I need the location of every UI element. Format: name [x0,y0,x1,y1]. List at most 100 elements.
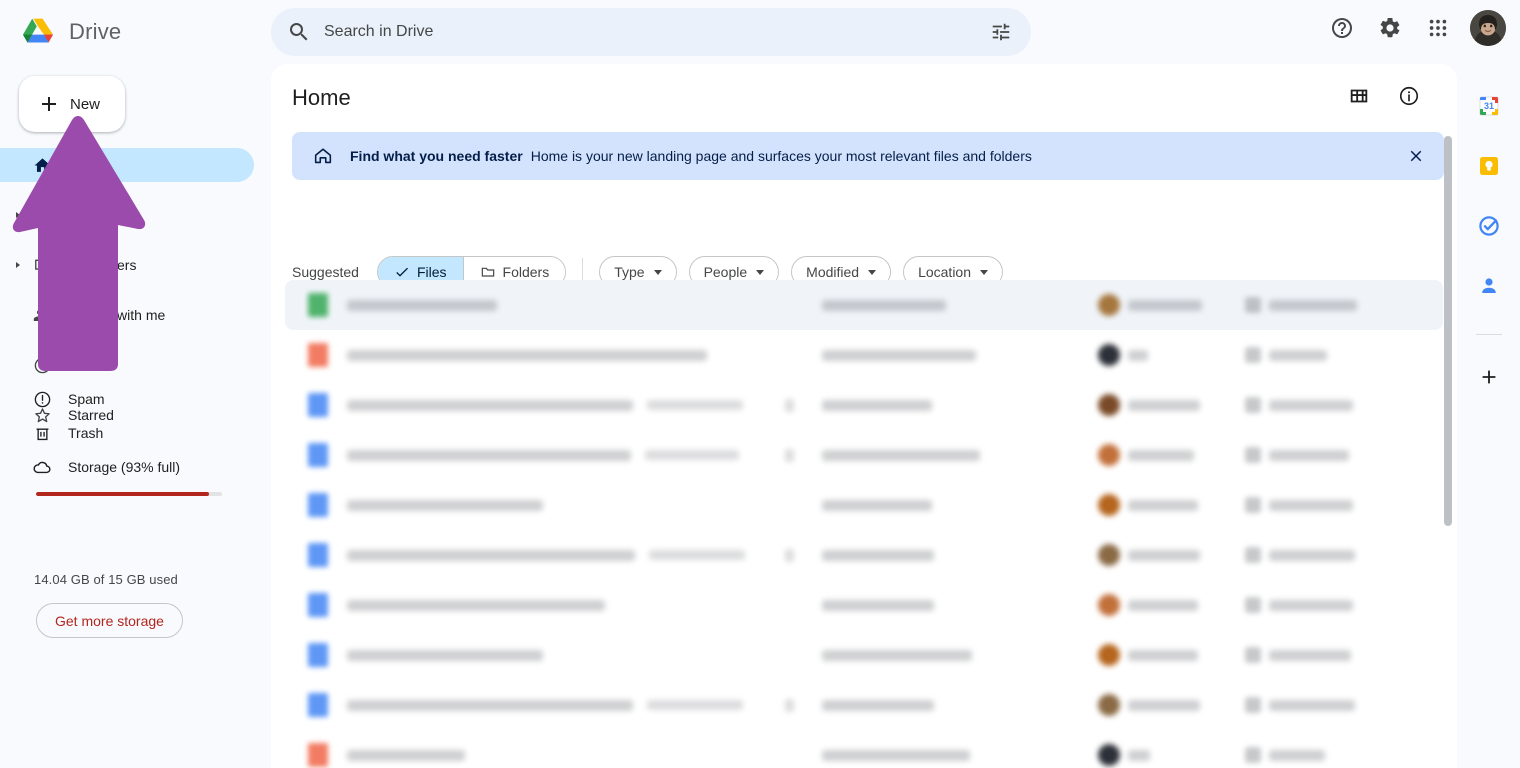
drive-outline-icon [32,205,52,225]
file-type-icon [308,343,328,367]
people-icon [32,305,52,325]
table-row[interactable] [285,430,1443,480]
cloud-icon [32,457,52,477]
computer-icon [32,255,52,275]
reason-suggested-redacted [822,699,934,711]
segment-folders-label: Folders [502,264,550,280]
sidebar-nav-lower: Spam Trash Storage (93% full) [0,382,271,484]
home-outline-icon [314,148,332,164]
settings-button[interactable] [1370,8,1410,48]
table-row[interactable] [285,380,1443,430]
location-icon [1245,397,1261,413]
shared-indicator-icon [785,448,794,462]
new-button[interactable]: New [19,76,125,132]
apps-grid-icon [1429,19,1447,37]
alert-circle-icon [32,389,52,409]
owner-avatar [1098,494,1120,516]
search-input[interactable] [324,12,981,52]
reason-suggested-redacted [822,449,980,461]
file-name-suffix-redacted [645,450,739,460]
chevron-down-icon [756,269,765,275]
brand-name: Drive [69,19,122,44]
table-row[interactable] [285,630,1443,680]
sidebar-item-storage[interactable]: Storage (93% full) [0,450,254,484]
side-panel-contacts-button[interactable] [1469,266,1509,306]
plus-icon [1482,370,1495,384]
owner-name-redacted [1128,749,1150,761]
location-icon [1245,347,1261,363]
file-name-redacted [347,299,497,311]
shared-indicator-icon [785,548,794,562]
side-panel-calendar-button[interactable]: 31 [1469,86,1509,126]
task-check-icon [1478,216,1499,236]
grid-view-button[interactable] [1339,76,1379,116]
details-button[interactable] [1389,76,1429,116]
sidebar-item-home[interactable]: Home [0,148,254,182]
location-icon [1245,697,1261,713]
grid-view-icon [1350,89,1368,103]
chip-people-label: People [703,264,748,280]
file-type-icon [308,693,328,717]
search-icon [290,23,308,41]
banner-close-button[interactable] [1400,140,1432,172]
storage-usage-text: 14.04 GB of 15 GB used [34,572,178,587]
google-apps-button[interactable] [1418,8,1458,48]
file-name-redacted [347,599,605,611]
owner-avatar [1098,444,1120,466]
sidebar-item-trash[interactable]: Trash [0,416,254,450]
chevron-right-icon [16,212,20,218]
chip-modified-label: Modified [806,264,860,280]
segment-files-label: Files [416,264,447,280]
side-panel-tasks-button[interactable] [1469,206,1509,246]
storage-progress-bar [36,492,222,496]
filters-label: Suggested [292,264,359,280]
file-name-redacted [347,749,465,761]
reason-suggested-redacted [822,349,976,361]
location-name-redacted [1269,699,1355,711]
get-more-storage-button[interactable]: Get more storage [36,603,183,638]
owner-avatar [1098,294,1120,316]
avatar [1470,10,1506,46]
contacts-person-icon [1481,278,1496,293]
search-filter-button[interactable] [981,12,1021,52]
account-avatar-button[interactable] [1470,10,1506,46]
table-row[interactable] [285,680,1443,730]
table-row[interactable] [285,730,1443,768]
file-name-redacted [347,699,633,711]
owner-avatar [1098,344,1120,366]
table-row[interactable] [285,330,1443,380]
sidebar-item-shared-with-me[interactable]: Shared with me [0,298,254,332]
banner-headline: Find what you need faster [350,148,523,164]
owner-name-redacted [1128,599,1198,611]
file-name-redacted [347,349,707,361]
search-bar[interactable] [271,8,1031,56]
file-type-icon [308,543,328,567]
side-panel-divider [1475,334,1502,335]
file-name-suffix-redacted [649,550,745,560]
file-list-scrollbar[interactable] [1444,136,1452,526]
table-row[interactable] [285,280,1443,330]
help-button[interactable] [1322,8,1362,48]
side-panel-add-button[interactable] [1469,357,1509,397]
location-name-redacted [1269,449,1349,461]
sidebar-item-recent[interactable]: Recent [0,348,254,382]
sidebar-item-spam[interactable]: Spam [0,382,254,416]
sidebar-item-computers[interactable]: Computers [0,248,254,282]
owner-name-redacted [1128,349,1148,361]
main-head-actions [1339,76,1429,116]
home-icon [32,155,52,175]
side-panel-keep-button[interactable] [1469,146,1509,186]
file-list [271,280,1457,768]
location-name-redacted [1269,299,1357,311]
owner-name-redacted [1128,399,1200,411]
sidebar-item-my-drive[interactable]: My Drive [0,198,254,232]
reason-suggested-redacted [822,599,934,611]
brand[interactable]: Drive [18,12,121,52]
table-row[interactable] [285,480,1443,530]
file-type-icon [308,293,328,317]
table-row[interactable] [285,580,1443,630]
location-name-redacted [1269,749,1325,761]
file-type-icon [308,643,328,667]
storage-progress-fill [36,492,209,496]
table-row[interactable] [285,530,1443,580]
